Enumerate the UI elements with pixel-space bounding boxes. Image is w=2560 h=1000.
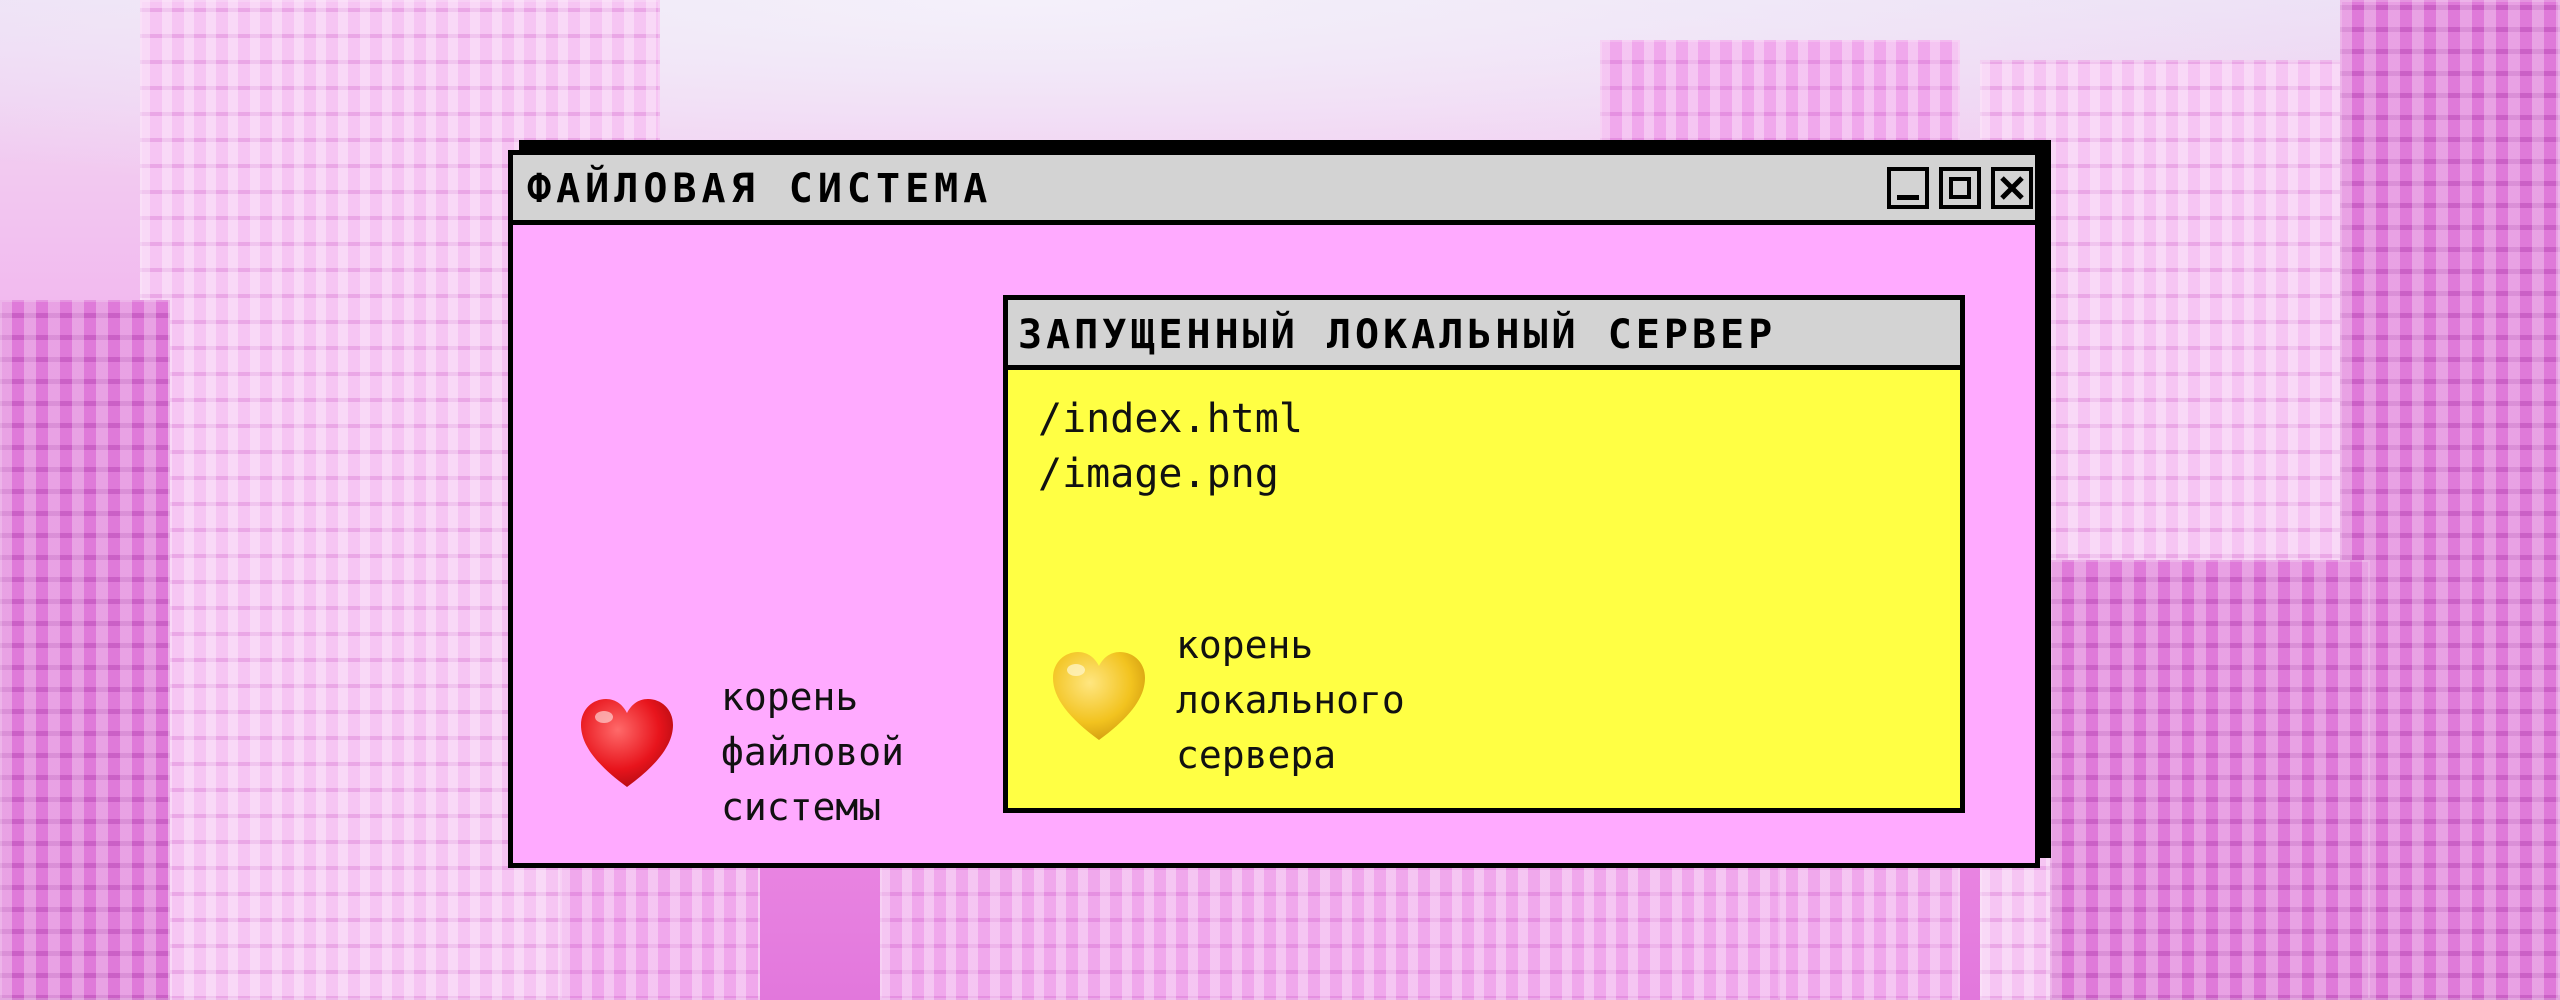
- label-line: системы: [721, 785, 882, 829]
- building: [0, 300, 170, 1000]
- maximize-icon[interactable]: [1939, 167, 1981, 209]
- fs-root-label: корень файловой системы: [721, 670, 904, 835]
- close-icon[interactable]: [1991, 167, 2033, 209]
- inner-window-titlebar[interactable]: ЗАПУЩЕННЫЙ ЛОКАЛЬНЫЙ СЕРВЕР: [1008, 300, 1960, 370]
- minimize-icon[interactable]: [1887, 167, 1929, 209]
- file-item[interactable]: /image.png: [1038, 447, 1303, 502]
- local-server-window: ЗАПУЩЕННЫЙ ЛОКАЛЬНЫЙ СЕРВЕР /index.html …: [1003, 295, 1965, 813]
- label-line: локального: [1176, 678, 1405, 722]
- server-root-label: корень локального сервера: [1176, 618, 1405, 783]
- inner-window-title: ЗАПУЩЕННЫЙ ЛОКАЛЬНЫЙ СЕРВЕР: [1018, 312, 1777, 358]
- label-line: корень: [1176, 623, 1314, 667]
- building: [880, 850, 1780, 1000]
- red-heart-icon: [581, 699, 673, 787]
- building: [2340, 0, 2560, 1000]
- label-line: корень: [721, 675, 859, 719]
- file-item[interactable]: /index.html: [1038, 392, 1303, 447]
- file-system-window: ФАЙЛОВАЯ СИСТЕМА ЗАПУЩЕННЫЙ ЛОКАЛЬНЫЙ СЕ…: [508, 150, 2040, 868]
- file-list: /index.html /image.png: [1038, 392, 1303, 502]
- label-line: сервера: [1176, 733, 1337, 777]
- window-titlebar[interactable]: ФАЙЛОВАЯ СИСТЕМА: [513, 155, 2035, 225]
- yellow-heart-icon: [1053, 652, 1145, 740]
- label-line: файловой: [721, 730, 905, 774]
- building: [2050, 560, 2370, 1000]
- window-title: ФАЙЛОВАЯ СИСТЕМА: [527, 166, 993, 212]
